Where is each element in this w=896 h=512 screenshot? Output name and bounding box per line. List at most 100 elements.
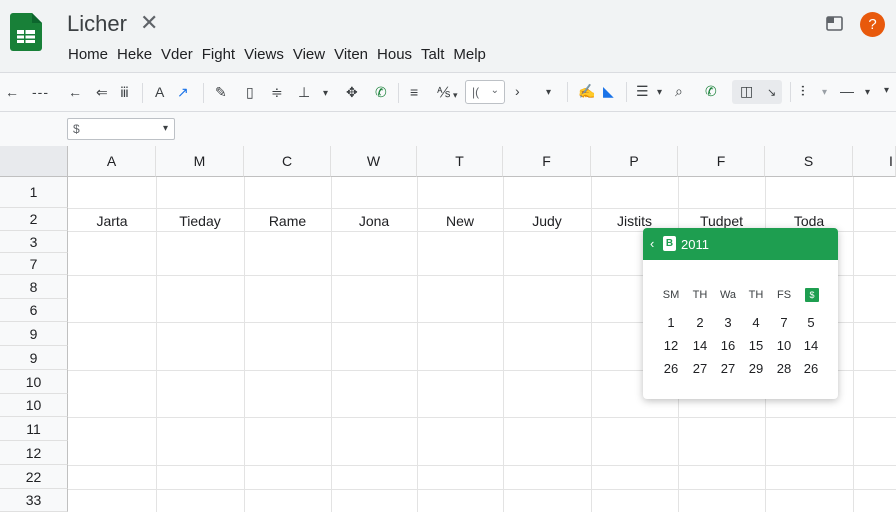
row-header[interactable]: 1 [0,177,68,208]
list-bullets-icon[interactable]: ☰ [636,82,649,100]
calendar-day[interactable]: 27 [686,361,714,376]
calendar-day[interactable]: 29 [742,361,770,376]
text-color-icon[interactable]: A [155,83,164,101]
calendar-day[interactable]: 26 [657,361,685,376]
format-icon[interactable]: ≡ [410,83,418,101]
selected-weekday[interactable]: $ [805,288,819,302]
fill-icon[interactable]: ◣ [603,82,614,100]
cell[interactable]: Jona [331,210,417,232]
row-header[interactable]: 10 [0,394,68,417]
calendar-day[interactable]: 10 [770,338,798,353]
row-header[interactable]: 6 [0,299,68,322]
calendar-day[interactable]: 27 [714,361,742,376]
row-header[interactable]: 8 [0,275,68,299]
column-header[interactable]: A [68,146,156,177]
calendar-day[interactable]: 26 [797,361,825,376]
calendar-day[interactable]: 3 [714,315,742,330]
row-header[interactable]: 12 [0,441,68,465]
expand-icon[interactable]: ↘ [767,84,776,102]
calendar-day[interactable]: 5 [797,315,825,330]
cell[interactable]: Tieday [156,210,244,232]
menu-item-melp[interactable]: Melp [453,46,486,63]
calendar-day[interactable]: 14 [797,338,825,353]
calendar-day[interactable]: 28 [770,361,798,376]
close-icon[interactable]: ✕ [140,10,158,36]
menu-item-heke[interactable]: Heke [117,46,152,63]
calendar-day[interactable]: 14 [686,338,714,353]
pencil-icon[interactable]: ✎ [215,83,227,101]
row-header[interactable]: 10 [0,370,68,394]
menu-item-fight[interactable]: Fight [202,46,235,63]
sheets-logo-icon[interactable] [10,13,42,51]
chevron-down-icon[interactable]: ▾ [865,84,870,102]
indent-icon[interactable]: ⊥ [298,83,310,101]
align-icon[interactable]: ≑ [271,83,283,101]
column-header[interactable]: M [156,146,244,177]
comment-icon[interactable] [826,16,843,31]
cell[interactable]: Judy [503,210,591,232]
calendar-day[interactable]: 2 [686,315,714,330]
column-header[interactable]: S [765,146,853,177]
date-picker-title[interactable]: 2011 [681,237,709,252]
cell[interactable]: Jarta [68,210,156,232]
font-size-select[interactable]: |( ⌄ [465,80,505,104]
menu-item-vder[interactable]: Vder [161,46,193,63]
line-icon[interactable]: — [840,82,854,100]
column-header[interactable]: C [244,146,331,177]
row-header[interactable]: 9 [0,346,68,370]
chevron-right-icon[interactable]: › [515,82,520,100]
menu-item-view[interactable]: View [293,46,325,63]
cell[interactable]: Rame [244,210,331,232]
cell[interactable]: New [417,210,503,232]
menu-item-views[interactable]: Views [244,46,284,63]
calendar-day[interactable]: 16 [714,338,742,353]
menu-item-viten[interactable]: Viten [334,46,368,63]
pin-icon[interactable]: ⫶ [801,82,805,100]
menu-item-hous[interactable]: Hous [377,46,412,63]
paint-format-icon[interactable]: ⇐ [96,83,108,101]
column-header[interactable]: P [591,146,678,177]
chart-icon[interactable]: ↗ [177,83,189,101]
chevron-down-icon[interactable]: ▾ [884,82,889,100]
move-icon[interactable]: ✥ [346,83,358,101]
row-header[interactable]: 7 [0,253,68,275]
document-title[interactable]: Licher [67,11,127,37]
name-box[interactable]: $ ▾ [67,118,175,140]
menu-item-home[interactable]: Home [68,46,108,63]
chevron-left-icon[interactable]: ‹ [650,236,654,251]
redo-icon[interactable]: ← [68,83,82,101]
chevron-down-icon[interactable]: ▾ [822,84,827,102]
column-header[interactable]: I [853,146,896,177]
minus-icon[interactable]: --- [32,83,49,101]
column-header[interactable]: F [678,146,765,177]
zoom-icon[interactable]: ⅲ [120,83,129,101]
highlight-icon[interactable]: ✍ [578,82,595,100]
calendar-day[interactable]: 4 [742,315,770,330]
account-avatar[interactable]: ? [860,12,885,37]
chevron-down-icon[interactable]: ▾ [657,84,662,102]
menu-item-talt[interactable]: Talt [421,46,444,63]
column-header[interactable]: W [331,146,417,177]
search-icon[interactable]: ⌕ [675,82,683,100]
row-header[interactable]: 22 [0,465,68,489]
calendar-day[interactable]: 1 [657,315,685,330]
chevron-down-icon[interactable]: ▾ [546,84,551,102]
row-header[interactable]: 3 [0,231,68,253]
row-header[interactable]: 9 [0,322,68,346]
phone-icon[interactable]: ✆ [705,82,717,100]
row-header[interactable]: 11 [0,417,68,441]
calendar-day[interactable]: 12 [657,338,685,353]
row-header[interactable]: 33 [0,489,68,512]
chevron-down-icon[interactable]: ▾ [453,86,458,104]
text-rotate-icon[interactable]: ⅍ [437,83,450,101]
column-header[interactable]: F [503,146,591,177]
column-header[interactable]: T [417,146,503,177]
row-header[interactable]: 2 [0,208,68,231]
undo-icon[interactable]: ← [5,83,19,101]
calendar-day[interactable]: 7 [770,315,798,330]
calendar-day[interactable]: 15 [742,338,770,353]
select-all-corner[interactable] [0,146,68,177]
phone-icon[interactable]: ✆ [375,83,387,101]
chevron-down-icon[interactable]: ▾ [323,85,328,103]
clipboard-icon[interactable]: ▯ [246,83,254,101]
